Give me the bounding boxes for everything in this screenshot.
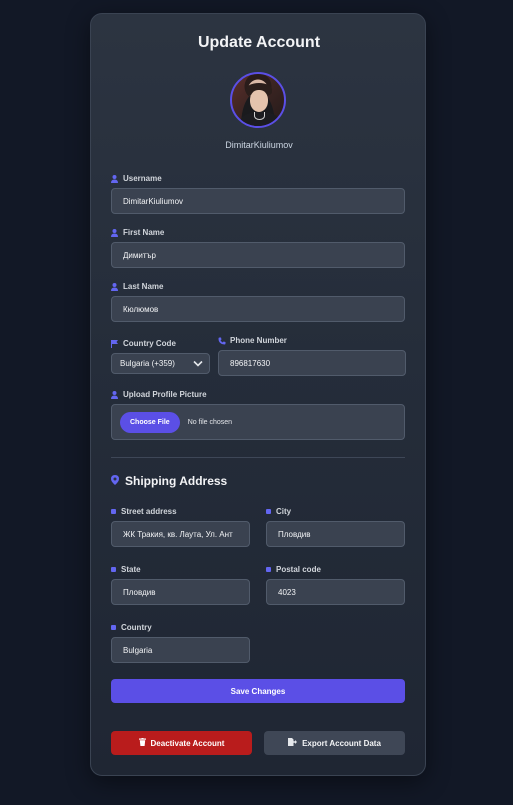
- square-icon: [111, 509, 116, 514]
- city-input[interactable]: Пловдив: [266, 521, 405, 547]
- username-label: Username: [111, 174, 162, 183]
- upload-label: Upload Profile Picture: [111, 390, 207, 399]
- country-code-label: Country Code: [111, 339, 176, 348]
- square-icon: [266, 567, 271, 572]
- country-label: Country: [111, 623, 152, 632]
- state-input[interactable]: Пловдив: [111, 579, 250, 605]
- avatar: [230, 72, 286, 128]
- flag-icon: [111, 339, 118, 348]
- profile-display-name: DimitarKiuliumov: [225, 140, 293, 150]
- page-title: Update Account: [197, 34, 321, 51]
- postal-code-input[interactable]: 4023: [266, 579, 405, 605]
- last-name-label: Last Name: [111, 282, 163, 291]
- user-upload-icon: [111, 390, 118, 399]
- deactivate-account-button[interactable]: Deactivate Account: [111, 731, 252, 755]
- update-account-card: Update Account DimitarKiuliumov Username…: [90, 13, 426, 776]
- file-status: No file chosen: [187, 418, 233, 426]
- first-name-label: First Name: [111, 228, 164, 237]
- export-account-data-button[interactable]: Export Account Data: [264, 731, 405, 755]
- user-icon: [111, 228, 118, 237]
- square-icon: [111, 625, 116, 630]
- phone-number-input[interactable]: 896817630: [218, 350, 406, 376]
- state-label: State: [111, 565, 141, 574]
- trash-icon: [138, 738, 146, 748]
- chevron-down-icon: [193, 360, 203, 367]
- divider: [111, 457, 405, 458]
- city-label: City: [266, 507, 291, 516]
- phone-number-label: Phone Number: [218, 336, 287, 345]
- shipping-section-title: Shipping Address: [111, 474, 227, 488]
- postal-code-label: Postal code: [266, 565, 321, 574]
- user-icon: [111, 174, 118, 183]
- last-name-input[interactable]: Кюлюмов: [111, 296, 405, 322]
- square-icon: [111, 567, 116, 572]
- map-pin-icon: [111, 474, 119, 488]
- upload-field: Choose File No file chosen: [111, 404, 405, 440]
- square-icon: [266, 509, 271, 514]
- country-input[interactable]: Bulgaria: [111, 637, 250, 663]
- street-input[interactable]: ЖК Тракия, кв. Лаута, Ул. Ант: [111, 521, 250, 547]
- first-name-input[interactable]: Димитър: [111, 242, 405, 268]
- user-icon: [111, 282, 118, 291]
- street-label: Street address: [111, 507, 177, 516]
- choose-file-button[interactable]: Choose File: [120, 411, 180, 433]
- country-code-select[interactable]: Bulgaria (+359): [111, 353, 210, 374]
- phone-icon: [218, 337, 226, 345]
- save-changes-button[interactable]: Save Changes: [111, 679, 405, 703]
- username-input[interactable]: DimitarKiuliumov: [111, 188, 405, 214]
- file-export-icon: [288, 738, 298, 748]
